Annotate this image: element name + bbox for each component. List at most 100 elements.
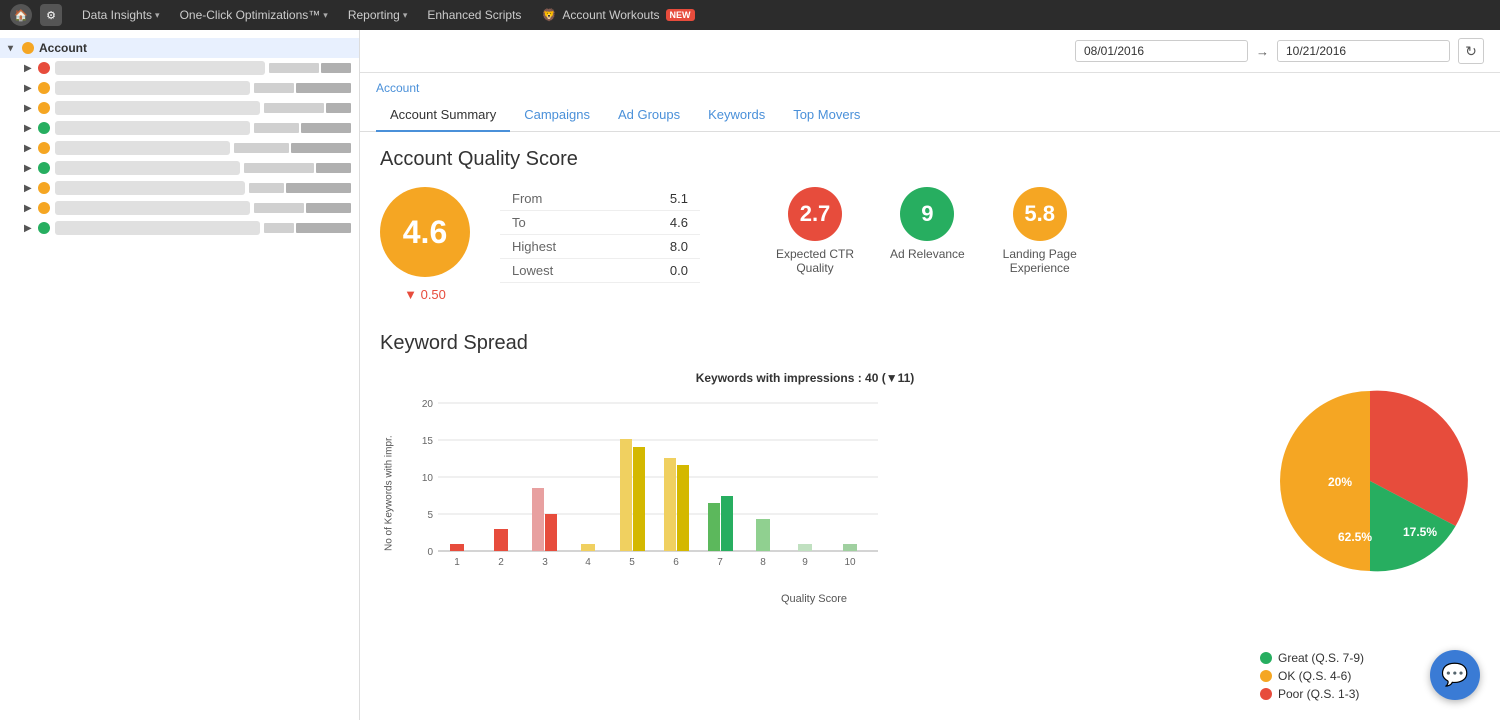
date-range-arrow: → [1256,44,1269,59]
tree-bars [264,103,351,113]
y-axis-label: No of Keywords with impr. [380,393,398,593]
legend-dot-poor [1260,688,1272,700]
tree-bars [254,203,351,213]
tree-arrow[interactable]: ▶ [24,183,36,194]
tree-arrow[interactable]: ▶ [24,163,36,174]
tree-dot [38,102,50,114]
tree-arrow[interactable]: ▶ [24,123,36,134]
tree-bars [249,183,351,193]
metric-ctr: 2.7 Expected CTR Quality [770,187,860,275]
qs-stats-table: From 5.1 To 4.6 Highest 8.0 Lowest 0.0 [500,187,700,283]
qs-stat-row: From 5.1 [500,187,700,211]
tree-bars [254,123,351,133]
legend-poor: Poor (Q.S. 1-3) [1260,687,1359,701]
tree-item[interactable]: ▶ [0,158,359,178]
metric-landing: 5.8 Landing Page Experience [995,187,1085,275]
tree-bars [244,163,351,173]
tree-bars [269,63,351,73]
svg-text:15: 15 [422,436,434,447]
tree-dot [38,82,50,94]
main-content: → ↻ Account Account Summary Campaigns Ad… [360,30,1500,720]
x-axis-label: Quality Score [398,593,1230,605]
bar-chart-title: Keywords with impressions : 40 (▼11) [380,371,1230,385]
app-icon[interactable]: ⚙ [40,4,62,26]
svg-text:3: 3 [542,557,548,568]
tree-dot [38,142,50,154]
nav-data-insights[interactable]: Data Insights ▾ [74,0,168,30]
quality-score-row: 4.6 ▼ 0.50 From 5.1 To 4.6 [380,187,1480,302]
tree-status-dot [22,42,34,54]
tree-bars [254,83,351,93]
qs-section-title: Account Quality Score [380,148,1480,171]
tree-arrow[interactable]: ▶ [24,203,36,214]
tree-arrow[interactable]: ▶ [24,83,36,94]
tree-dot [38,182,50,194]
refresh-button[interactable]: ↻ [1458,38,1484,64]
tab-campaigns[interactable]: Campaigns [510,99,604,132]
qs-metrics: 2.7 Expected CTR Quality 9 Ad Relevance … [770,187,1085,275]
nav-reporting[interactable]: Reporting ▾ [340,0,416,30]
nav-enhanced-scripts[interactable]: Enhanced Scripts [419,0,529,30]
qs-main-circle: 4.6 [380,187,470,277]
bar-chart-area: Keywords with impressions : 40 (▼11) No … [380,371,1230,605]
pie-legend: Great (Q.S. 7-9) OK (Q.S. 4-6) Poor (Q.S… [1260,651,1364,701]
tree-dot [38,202,50,214]
svg-text:4: 4 [585,557,591,568]
metric-landing-circle: 5.8 [1013,187,1067,241]
legend-dot-ok [1260,670,1272,682]
date-to-input[interactable] [1277,40,1450,62]
nav-arrow: ▾ [155,10,160,21]
tab-top-movers[interactable]: Top Movers [779,99,874,132]
tree-arrow[interactable]: ▶ [24,103,36,114]
svg-text:5: 5 [629,557,635,568]
tree-dot [38,162,50,174]
tree-item[interactable]: ▶ [0,78,359,98]
nav-arrow: ▾ [403,10,408,21]
nav-arrow: ▾ [323,10,328,21]
pie-chart-svg: 20% 17.5% 62.5% [1260,371,1480,591]
nav-one-click[interactable]: One-Click Optimizations™ ▾ [172,0,336,30]
metric-ctr-circle: 2.7 [788,187,842,241]
tree-item[interactable]: ▶ [0,118,359,138]
tree-item[interactable]: ▶ [0,138,359,158]
svg-text:2: 2 [498,557,504,568]
svg-text:17.5%: 17.5% [1403,525,1437,539]
tree-item[interactable]: ▶ [0,58,359,78]
svg-text:1: 1 [454,557,460,568]
chat-button[interactable]: 💬 [1430,650,1480,700]
svg-text:20: 20 [422,399,434,410]
svg-text:62.5%: 62.5% [1338,530,1372,544]
tree-bars [264,223,351,233]
qs-stat-row: To 4.6 [500,211,700,235]
tree-root-account[interactable]: ▾ Account [0,38,359,58]
tree-arrow[interactable]: ▶ [24,223,36,234]
tab-ad-groups[interactable]: Ad Groups [604,99,694,132]
bar-chart-svg: 20 15 10 5 0 1 [398,393,898,593]
tree-item[interactable]: ▶ [0,98,359,118]
account-tree-sidebar: ▾ Account ▶ ▶ ▶ [0,30,360,720]
home-icon[interactable]: 🏠 [10,4,32,26]
svg-text:9: 9 [802,557,808,568]
top-nav: 🏠 ⚙ Data Insights ▾ One-Click Optimizati… [0,0,1500,30]
tree-item[interactable]: ▶ [0,198,359,218]
keyword-spread-row: Keywords with impressions : 40 (▼11) No … [380,371,1480,701]
tree-item[interactable]: ▶ [0,218,359,238]
tree-collapse-arrow[interactable]: ▾ [8,43,20,54]
metric-relevance-circle: 9 [900,187,954,241]
qs-stat-row: Highest 8.0 [500,235,700,259]
tree-item[interactable]: ▶ [0,178,359,198]
tab-keywords[interactable]: Keywords [694,99,779,132]
tree-bars [234,143,351,153]
tree-arrow[interactable]: ▶ [24,143,36,154]
nav-account-workouts[interactable]: 🦁 Account Workouts NEW [533,0,702,30]
legend-dot-great [1260,652,1272,664]
tree-dot [38,62,50,74]
kw-spread-title: Keyword Spread [380,332,1480,355]
tab-account-summary[interactable]: Account Summary [376,99,510,132]
breadcrumb: Account [360,73,1500,95]
date-from-input[interactable] [1075,40,1248,62]
metric-relevance: 9 Ad Relevance [890,187,965,261]
svg-text:10: 10 [844,557,856,568]
tree-arrow[interactable]: ▶ [24,63,36,74]
new-badge: NEW [666,9,695,21]
